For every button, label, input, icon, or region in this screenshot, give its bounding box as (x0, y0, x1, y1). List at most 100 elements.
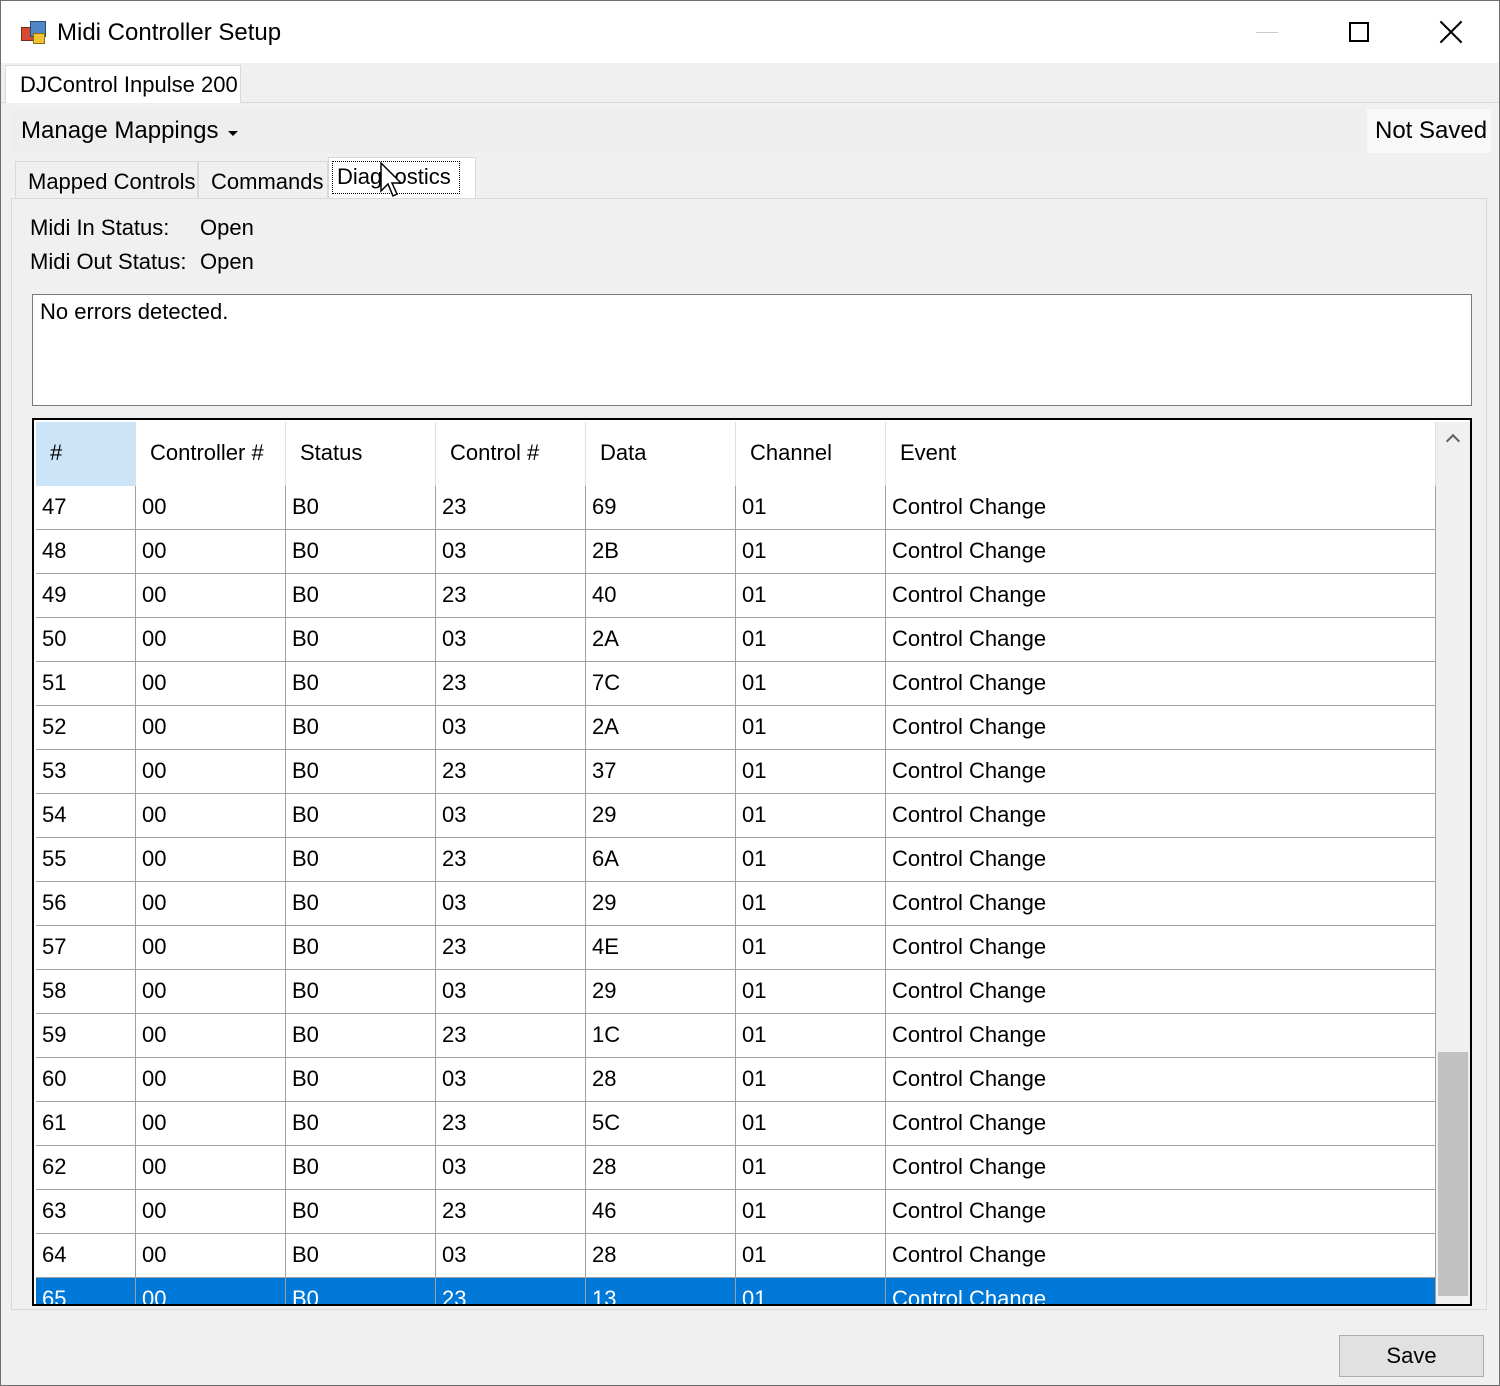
table-cell: 54 (36, 794, 136, 838)
column-header[interactable]: Control # (436, 422, 586, 486)
table-row[interactable]: 65 00 B0 23 13 01 Control Change (36, 1278, 1436, 1304)
dropdown-caret-icon (228, 130, 239, 136)
midi-events-grid[interactable]: # Controller # Status Control # Data Channel E… (32, 418, 1472, 1306)
column-header[interactable]: Data (586, 422, 736, 486)
table-cell: 23 (436, 1014, 586, 1058)
table-cell: Control Change (886, 750, 1436, 794)
table-row[interactable]: 57 00 B0 23 4E 01 Control Change (36, 926, 1436, 970)
table-cell: 23 (436, 1278, 586, 1304)
table-row[interactable]: 62 00 B0 03 28 01 Control Change (36, 1146, 1436, 1190)
tab-device[interactable]: DJControl Inpulse 200 (5, 65, 241, 103)
table-row[interactable]: 52 00 B0 03 2A 01 Control Change (36, 706, 1436, 750)
tab-mapped-controls[interactable]: Mapped Controls (15, 161, 198, 199)
table-cell: 51 (36, 662, 136, 706)
table-cell: B0 (286, 970, 436, 1014)
table-cell: 2A (586, 618, 736, 662)
table-cell: B0 (286, 1278, 436, 1304)
title-bar[interactable]: Midi Controller Setup (1, 1, 1499, 63)
minimize-button[interactable] (1221, 1, 1313, 63)
table-cell: 1C (586, 1014, 736, 1058)
table-cell: 03 (436, 970, 586, 1014)
midi-out-value: Open (200, 249, 254, 274)
table-cell: B0 (286, 1058, 436, 1102)
table-cell: B0 (286, 1190, 436, 1234)
table-row[interactable]: 63 00 B0 23 46 01 Control Change (36, 1190, 1436, 1234)
table-row[interactable]: 48 00 B0 03 2B 01 Control Change (36, 530, 1436, 574)
table-cell: 65 (36, 1278, 136, 1304)
table-cell: 01 (736, 486, 886, 530)
save-button[interactable]: Save (1339, 1335, 1484, 1377)
table-cell: 01 (736, 926, 886, 970)
table-cell: B0 (286, 882, 436, 926)
close-icon (1439, 20, 1463, 44)
table-row[interactable]: 59 00 B0 23 1C 01 Control Change (36, 1014, 1436, 1058)
table-cell: 00 (136, 706, 286, 750)
table-cell: 03 (436, 882, 586, 926)
table-cell: 01 (736, 1058, 886, 1102)
table-cell: B0 (286, 1102, 436, 1146)
table-cell: 03 (436, 530, 586, 574)
table-cell: B0 (286, 750, 436, 794)
column-header[interactable]: Event (886, 422, 1436, 486)
table-cell: 23 (436, 750, 586, 794)
window-title: Midi Controller Setup (57, 19, 282, 46)
table-row[interactable]: 53 00 B0 23 37 01 Control Change (36, 750, 1436, 794)
close-button[interactable] (1405, 1, 1497, 63)
table-cell: Control Change (886, 1146, 1436, 1190)
table-row[interactable]: 50 00 B0 03 2A 01 Control Change (36, 618, 1436, 662)
table-cell: B0 (286, 1014, 436, 1058)
table-row[interactable]: 51 00 B0 23 7C 01 Control Change (36, 662, 1436, 706)
table-cell: 5C (586, 1102, 736, 1146)
table-row[interactable]: 54 00 B0 03 29 01 Control Change (36, 794, 1436, 838)
save-state-label: Not Saved (1367, 109, 1491, 153)
table-cell: B0 (286, 794, 436, 838)
toolbar: Manage Mappings Not Saved (11, 109, 1491, 153)
table-row[interactable]: 60 00 B0 03 28 01 Control Change (36, 1058, 1436, 1102)
grid-header: # Controller # Status Control # Data Channel E… (36, 422, 1436, 486)
table-row[interactable]: 47 00 B0 23 69 01 Control Change (36, 486, 1436, 530)
table-cell: 01 (736, 970, 886, 1014)
table-cell: 2A (586, 706, 736, 750)
scroll-up-button[interactable] (1436, 422, 1470, 454)
table-cell: Control Change (886, 1234, 1436, 1278)
table-cell: 03 (436, 1234, 586, 1278)
scroll-thumb[interactable] (1438, 1052, 1468, 1296)
minimize-icon (1256, 31, 1278, 33)
table-cell: 01 (736, 750, 886, 794)
maximize-button[interactable] (1313, 1, 1405, 63)
table-row[interactable]: 49 00 B0 23 40 01 Control Change (36, 574, 1436, 618)
table-cell: 00 (136, 1146, 286, 1190)
vertical-scrollbar[interactable] (1436, 422, 1470, 1304)
table-cell: 7C (586, 662, 736, 706)
tab-commands[interactable]: Commands (198, 161, 328, 199)
table-row[interactable]: 58 00 B0 03 29 01 Control Change (36, 970, 1436, 1014)
manage-mappings-menu[interactable]: Manage Mappings (21, 117, 239, 145)
table-cell: 00 (136, 970, 286, 1014)
table-cell: 40 (586, 574, 736, 618)
table-cell: 01 (736, 1102, 886, 1146)
table-cell: 59 (36, 1014, 136, 1058)
table-cell: B0 (286, 1146, 436, 1190)
table-cell: 01 (736, 530, 886, 574)
column-header[interactable]: Channel (736, 422, 886, 486)
table-row[interactable]: 56 00 B0 03 29 01 Control Change (36, 882, 1436, 926)
table-cell: 6A (586, 838, 736, 882)
table-cell: Control Change (886, 486, 1436, 530)
table-cell: 23 (436, 574, 586, 618)
table-cell: 69 (586, 486, 736, 530)
table-cell: 23 (436, 486, 586, 530)
midi-out-label: Midi Out Status: (30, 249, 187, 274)
table-cell: 64 (36, 1234, 136, 1278)
table-cell: B0 (286, 574, 436, 618)
table-row[interactable]: 64 00 B0 03 28 01 Control Change (36, 1234, 1436, 1278)
table-cell: 00 (136, 882, 286, 926)
table-row[interactable]: 61 00 B0 23 5C 01 Control Change (36, 1102, 1436, 1146)
table-cell: 00 (136, 662, 286, 706)
column-header[interactable]: # (36, 422, 136, 486)
column-header[interactable]: Controller # (136, 422, 286, 486)
table-cell: 4E (586, 926, 736, 970)
table-row[interactable]: 55 00 B0 23 6A 01 Control Change (36, 838, 1436, 882)
errors-textbox[interactable]: No errors detected. (32, 294, 1472, 406)
table-cell: 23 (436, 1190, 586, 1234)
column-header[interactable]: Status (286, 422, 436, 486)
